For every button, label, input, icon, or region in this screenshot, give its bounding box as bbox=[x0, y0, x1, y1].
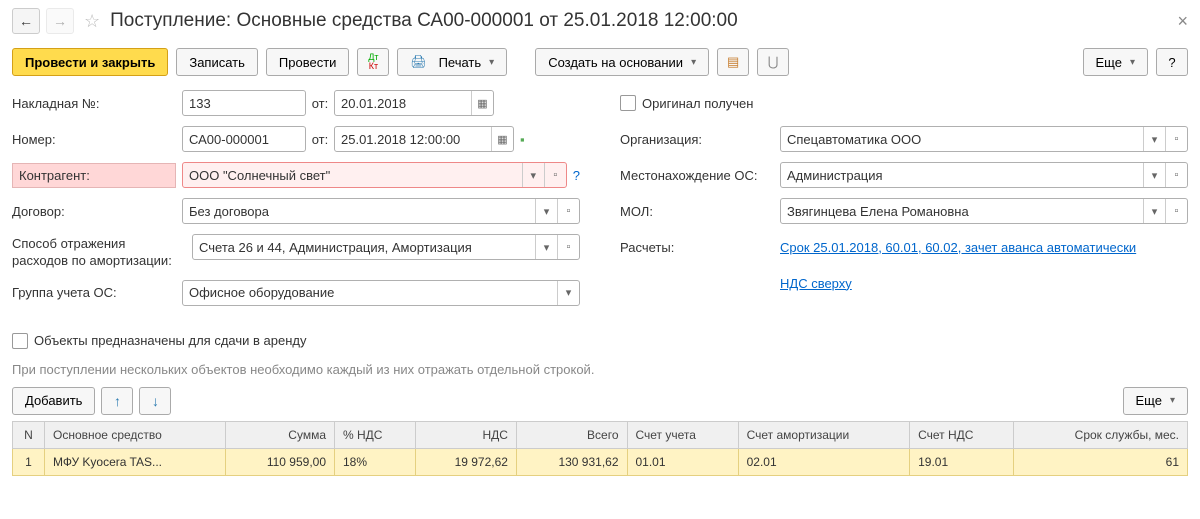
rent-checkbox[interactable] bbox=[12, 333, 28, 349]
close-icon[interactable]: × bbox=[1177, 11, 1188, 32]
expense-method-field[interactable]: Счета 26 и 44, Администрация, Амортизаци… bbox=[192, 234, 580, 260]
original-received-checkbox[interactable] bbox=[620, 95, 636, 111]
move-down-button[interactable]: ↓ bbox=[139, 387, 171, 415]
date-ok-icon: ▪ bbox=[520, 132, 525, 147]
dtkt-button[interactable]: ДтКт bbox=[357, 48, 389, 76]
table-more-button[interactable]: Еще bbox=[1123, 387, 1188, 415]
attach-button[interactable]: ⋃ bbox=[757, 48, 789, 76]
invoice-label: Накладная №: bbox=[12, 96, 182, 111]
printer-icon: 🖨 bbox=[410, 54, 427, 70]
open-icon[interactable]: ▫ bbox=[1165, 199, 1187, 223]
dropdown-icon[interactable]: ▾ bbox=[522, 163, 544, 187]
os-location-label: Местонахождение ОС: bbox=[620, 168, 780, 183]
write-button[interactable]: Записать bbox=[176, 48, 258, 76]
col-sum[interactable]: Сумма bbox=[225, 421, 334, 448]
from-label-1: от: bbox=[306, 96, 334, 111]
contract-field[interactable]: Без договора ▾ ▫ bbox=[182, 198, 580, 224]
col-total[interactable]: Всего bbox=[516, 421, 627, 448]
nav-back-button[interactable]: ← bbox=[12, 8, 40, 34]
arrow-down-icon: ↓ bbox=[152, 393, 159, 409]
invoice-date-field[interactable]: 20.01.2018 ▦ bbox=[334, 90, 494, 116]
col-vat-pct[interactable]: % НДС bbox=[335, 421, 416, 448]
from-label-2: от: bbox=[306, 132, 334, 147]
col-asset[interactable]: Основное средство bbox=[45, 421, 226, 448]
contractor-label: Контрагент: bbox=[12, 163, 176, 188]
favorite-star-icon[interactable]: ☆ bbox=[84, 11, 100, 32]
assets-table: N Основное средство Сумма % НДС НДС Всег… bbox=[12, 421, 1188, 476]
calendar-icon[interactable]: ▦ bbox=[491, 127, 513, 151]
help-button[interactable]: ? bbox=[1156, 48, 1188, 76]
post-and-close-button[interactable]: Провести и закрыть bbox=[12, 48, 168, 76]
organization-field[interactable]: Спецавтоматика ООО ▾ ▫ bbox=[780, 126, 1188, 152]
print-button[interactable]: 🖨 Печать bbox=[397, 48, 507, 76]
dropdown-icon[interactable]: ▾ bbox=[557, 281, 579, 305]
table-row[interactable]: 1 МФУ Kyocera TAS... 110 959,00 18% 19 9… bbox=[13, 448, 1188, 475]
col-n[interactable]: N bbox=[13, 421, 45, 448]
create-based-on-button[interactable]: Создать на основании bbox=[535, 48, 709, 76]
mol-field[interactable]: Звягинцева Елена Романовна ▾ ▫ bbox=[780, 198, 1188, 224]
contractor-field[interactable]: ООО "Солнечный свет" ▾ ▫ bbox=[182, 162, 567, 188]
os-group-field[interactable]: Офисное оборудование ▾ bbox=[182, 280, 580, 306]
open-icon[interactable]: ▫ bbox=[1165, 163, 1187, 187]
col-vat-acc[interactable]: Счет НДС bbox=[910, 421, 1014, 448]
post-button[interactable]: Провести bbox=[266, 48, 350, 76]
add-row-button[interactable]: Добавить bbox=[12, 387, 95, 415]
col-amort[interactable]: Счет амортизации bbox=[738, 421, 910, 448]
hint-text: При поступлении нескольких объектов необ… bbox=[12, 362, 1188, 377]
contract-label: Договор: bbox=[12, 204, 182, 219]
doc-number-field[interactable]: СА00-000001 bbox=[182, 126, 306, 152]
nav-forward-button[interactable]: → bbox=[46, 8, 74, 34]
expense-method-label: Способ отражения расходов по амортизации… bbox=[12, 234, 192, 270]
page-title: Поступление: Основные средства СА00-0000… bbox=[110, 10, 1171, 32]
dtkt-icon: ДтКт bbox=[368, 53, 378, 71]
dropdown-icon[interactable]: ▾ bbox=[1143, 199, 1165, 223]
number-label: Номер: bbox=[12, 132, 182, 147]
dropdown-icon[interactable]: ▾ bbox=[535, 235, 557, 259]
open-icon[interactable]: ▫ bbox=[557, 235, 579, 259]
document-icon: ▤ bbox=[727, 54, 739, 70]
move-up-button[interactable]: ↑ bbox=[101, 387, 133, 415]
calc-settings-link[interactable]: Срок 25.01.2018, 60.01, 60.02, зачет ава… bbox=[780, 240, 1136, 255]
open-icon[interactable]: ▫ bbox=[1165, 127, 1187, 151]
help-link[interactable]: ? bbox=[573, 168, 580, 183]
dropdown-icon[interactable]: ▾ bbox=[535, 199, 557, 223]
open-icon[interactable]: ▫ bbox=[557, 199, 579, 223]
organization-label: Организация: bbox=[620, 132, 780, 147]
col-lifespan[interactable]: Срок службы, мес. bbox=[1013, 421, 1187, 448]
rent-checkbox-label: Объекты предназначены для сдачи в аренду bbox=[34, 333, 306, 348]
arrow-up-icon: ↑ bbox=[114, 393, 121, 409]
os-location-field[interactable]: Администрация ▾ ▫ bbox=[780, 162, 1188, 188]
open-icon[interactable]: ▫ bbox=[544, 163, 566, 187]
more-button[interactable]: Еще bbox=[1083, 48, 1148, 76]
document-button[interactable]: ▤ bbox=[717, 48, 749, 76]
dropdown-icon[interactable]: ▾ bbox=[1143, 163, 1165, 187]
invoice-number-field[interactable]: 133 bbox=[182, 90, 306, 116]
col-vat[interactable]: НДС bbox=[416, 421, 517, 448]
vat-mode-link[interactable]: НДС сверху bbox=[780, 276, 852, 291]
mol-label: МОЛ: bbox=[620, 204, 780, 219]
os-group-label: Группа учета ОС: bbox=[12, 285, 182, 300]
col-account[interactable]: Счет учета bbox=[627, 421, 738, 448]
original-received-label: Оригинал получен bbox=[642, 96, 753, 111]
calc-label: Расчеты: bbox=[620, 240, 780, 255]
paperclip-icon: ⋃ bbox=[768, 54, 779, 70]
doc-date-field[interactable]: 25.01.2018 12:00:00 ▦ bbox=[334, 126, 514, 152]
dropdown-icon[interactable]: ▾ bbox=[1143, 127, 1165, 151]
calendar-icon[interactable]: ▦ bbox=[471, 91, 493, 115]
